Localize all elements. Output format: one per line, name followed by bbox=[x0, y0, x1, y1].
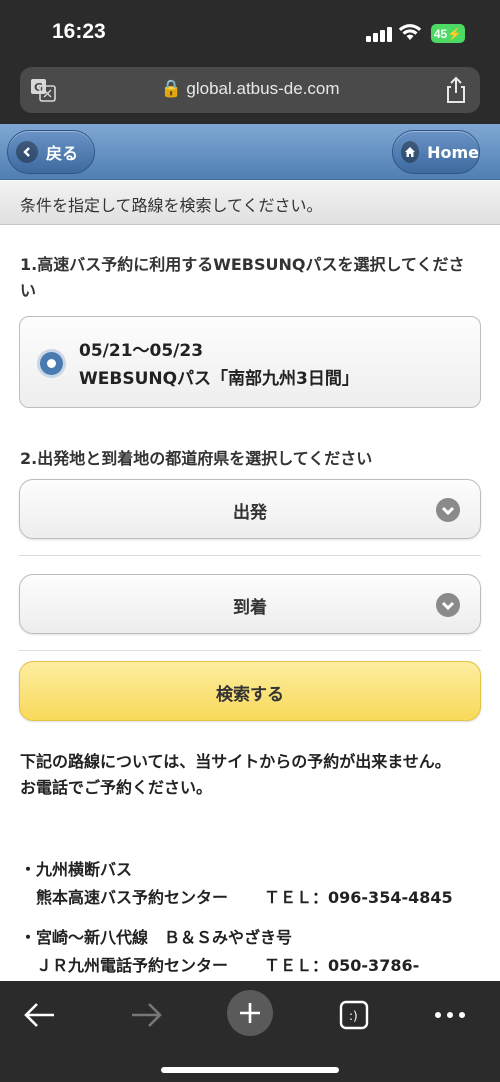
search-label: 検索する bbox=[216, 685, 284, 705]
reservation-center: 熊本高速バス予約センター bbox=[36, 888, 229, 907]
forward-arrow-icon[interactable] bbox=[124, 993, 168, 1037]
phone-number[interactable]: ＴＥＬ：096-354-4845 bbox=[264, 884, 453, 912]
route-name: ・宮崎〜新八代線 Ｂ＆Ｓみやざき号 bbox=[20, 928, 293, 947]
divider bbox=[19, 555, 481, 556]
list-item: ・宮崎〜新八代線 Ｂ＆Ｓみやざき号 ＪＲ九州電話予約センター ＴＥＬ：050-37… bbox=[20, 924, 490, 980]
battery-icon: 45 ⚡ bbox=[431, 24, 465, 43]
page-header: 戻る Home bbox=[0, 124, 500, 180]
browser-toolbar: :) bbox=[0, 981, 500, 1082]
departure-label: 出発 bbox=[233, 503, 267, 523]
departure-select[interactable]: 出発 bbox=[19, 479, 481, 539]
chevron-down-icon bbox=[436, 498, 460, 522]
divider bbox=[19, 650, 481, 651]
status-time: 16:23 bbox=[52, 20, 106, 43]
chevron-down-icon bbox=[436, 593, 460, 617]
chevron-left-icon bbox=[16, 141, 38, 163]
status-bar: 16:23 45 ⚡ bbox=[0, 0, 500, 64]
route-list: ・九州横断バス 熊本高速バス予約センター ＴＥＬ：096-354-4845 ・宮崎… bbox=[20, 856, 490, 992]
plus-icon bbox=[240, 1003, 260, 1023]
arrival-label: 到着 bbox=[233, 598, 267, 618]
battery-level: 45 bbox=[433, 26, 448, 41]
back-label: 戻る bbox=[46, 144, 79, 163]
home-button[interactable]: Home bbox=[392, 130, 480, 174]
home-icon bbox=[401, 141, 420, 163]
instruction-bar: 条件を指定して路線を検索してください。 bbox=[0, 181, 500, 225]
step1-label: 1.高速バス予約に利用するWEBSUNQパスを選択してください bbox=[20, 255, 465, 300]
share-icon[interactable] bbox=[444, 76, 468, 104]
pass-name: WEBSUNQパス「南部九州3日間」 bbox=[79, 369, 359, 389]
more-icon[interactable] bbox=[428, 993, 472, 1037]
pass-text: 05/21〜05/23 WEBSUNQパス「南部九州3日間」 bbox=[79, 337, 359, 393]
home-label: Home bbox=[427, 142, 479, 162]
browser-address-area: G 🔒 global.atbus-de.com bbox=[0, 64, 500, 124]
back-button[interactable]: 戻る bbox=[7, 130, 95, 174]
arrival-select[interactable]: 到着 bbox=[19, 574, 481, 634]
radio-selected-icon[interactable] bbox=[40, 352, 63, 375]
url-label: global.atbus-de.com bbox=[186, 79, 340, 98]
notice-line1: 下記の路線については、当サイトからの予約が出来ません。 bbox=[20, 752, 451, 771]
phone-number[interactable]: ＴＥＬ：050-3786- bbox=[264, 952, 419, 980]
search-button[interactable]: 検索する bbox=[19, 661, 481, 721]
pass-option[interactable]: 05/21〜05/23 WEBSUNQパス「南部九州3日間」 bbox=[19, 316, 481, 408]
notice-line2: お電話でご予約ください。 bbox=[20, 778, 213, 797]
signal-icon bbox=[366, 26, 392, 42]
pass-dates: 05/21〜05/23 bbox=[79, 341, 204, 361]
notice-text: 下記の路線については、当サイトからの予約が出来ません。 お電話でご予約ください。 bbox=[20, 749, 480, 801]
reservation-center: ＪＲ九州電話予約センター bbox=[36, 956, 229, 975]
url-text[interactable]: 🔒 global.atbus-de.com bbox=[20, 79, 480, 99]
wifi-icon bbox=[398, 24, 422, 40]
home-indicator bbox=[161, 1067, 339, 1073]
list-item: ・九州横断バス 熊本高速バス予約センター ＴＥＬ：096-354-4845 bbox=[20, 856, 490, 912]
svg-text::): :) bbox=[349, 1009, 358, 1023]
tabs-icon[interactable]: :) bbox=[332, 993, 376, 1037]
new-tab-button[interactable] bbox=[227, 990, 273, 1036]
back-arrow-icon[interactable] bbox=[18, 993, 62, 1037]
address-bar[interactable]: G 🔒 global.atbus-de.com bbox=[20, 67, 480, 113]
step2-label: 2.出発地と到着地の都道府県を選択してください bbox=[20, 449, 373, 468]
route-name: ・九州横断バス bbox=[20, 860, 133, 879]
